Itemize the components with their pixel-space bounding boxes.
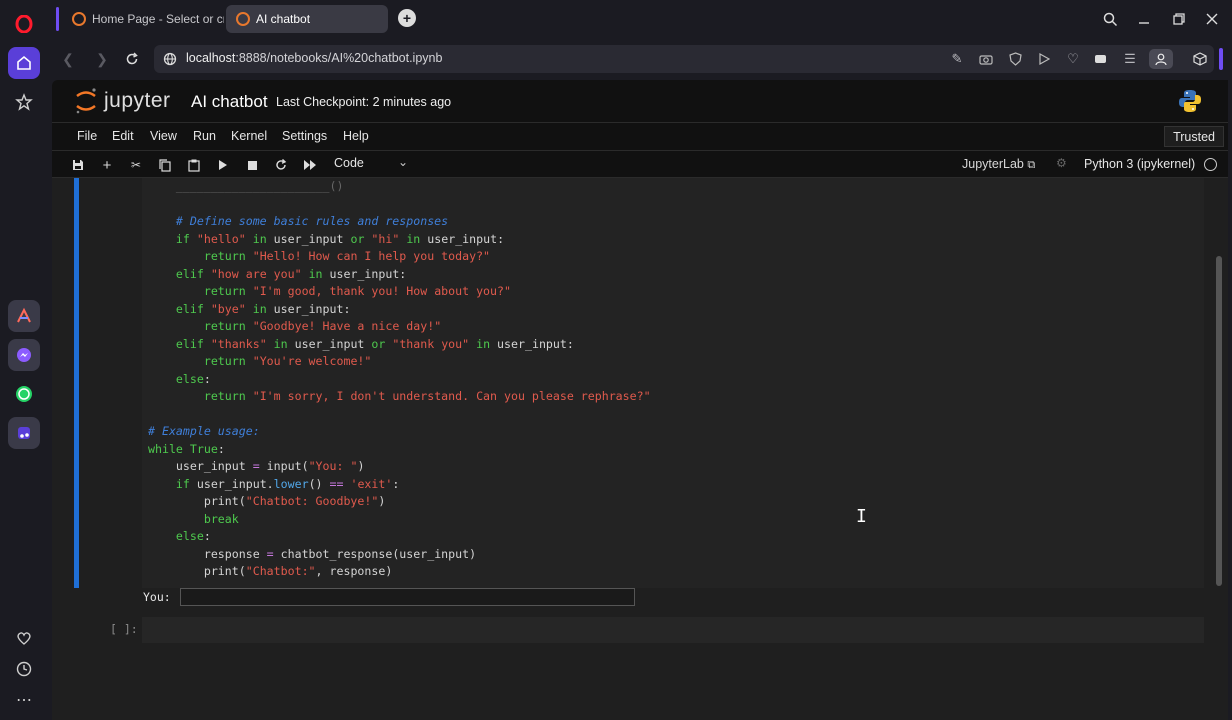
battery-saver-icon[interactable]: [1091, 49, 1111, 69]
star-icon[interactable]: [8, 86, 40, 118]
jupyter-header: jupyter AI chatbot Last Checkpoint: 2 mi…: [52, 80, 1228, 122]
search-tabs-icon[interactable]: [1099, 8, 1121, 30]
navigation-bar: ❮ ❯ localhost:8888/notebooks/AI%20chatbo…: [48, 38, 1232, 80]
jupyter-logo-icon[interactable]: [74, 86, 98, 116]
scrollbar-thumb[interactable]: [1216, 256, 1222, 586]
reload-icon[interactable]: [122, 49, 142, 69]
home-icon[interactable]: [8, 47, 40, 79]
site-info-globe-icon[interactable]: [160, 49, 180, 69]
menu-settings[interactable]: Settings: [282, 129, 327, 143]
menu-kernel[interactable]: Kernel: [231, 129, 267, 143]
forward-icon[interactable]: ❯: [92, 49, 112, 69]
messenger-icon[interactable]: [8, 339, 40, 371]
save-icon[interactable]: [69, 156, 87, 174]
cell-type-select[interactable]: Code: [334, 156, 364, 170]
player-play-icon[interactable]: [1034, 49, 1054, 69]
minimize-icon[interactable]: [1133, 8, 1155, 30]
restart-kernel-icon[interactable]: [272, 156, 290, 174]
menu-view[interactable]: View: [150, 129, 177, 143]
snapshot-camera-icon[interactable]: [976, 49, 996, 69]
close-window-icon[interactable]: [1201, 8, 1223, 30]
checkpoint-status: Last Checkpoint: 2 minutes ago: [276, 95, 452, 109]
opera-tab-icon: [72, 12, 86, 26]
external-link-icon: ⧉: [1027, 159, 1036, 171]
copy-icon[interactable]: [156, 156, 174, 174]
text-cursor-ibeam-icon: I: [856, 506, 867, 527]
my-flow-heart-icon[interactable]: ♡: [1063, 49, 1083, 69]
menu-help[interactable]: Help: [343, 129, 369, 143]
page-viewport: jupyter AI chatbot Last Checkpoint: 2 mi…: [52, 80, 1228, 720]
code-cell-editor[interactable]: ______________________() # Define some b…: [142, 178, 1204, 588]
history-icon[interactable]: [8, 653, 40, 685]
tab-island-accent: [56, 7, 59, 31]
restart-run-all-fast-forward-icon[interactable]: [301, 156, 319, 174]
browser-sidebar: ⋯: [0, 0, 48, 720]
menu-run[interactable]: Run: [193, 129, 216, 143]
tab-label: Home Page - Select or cre: [92, 12, 224, 26]
notebook-title[interactable]: AI chatbot: [191, 92, 268, 112]
kernel-name[interactable]: Python 3 (ipykernel): [1084, 157, 1195, 171]
interrupt-stop-icon[interactable]: [243, 156, 261, 174]
new-tab-plus-icon[interactable]: +: [398, 9, 416, 27]
profile-icon[interactable]: [1149, 49, 1173, 69]
chevron-down-icon[interactable]: ⌄: [398, 155, 408, 169]
extensions-cube-icon[interactable]: [1190, 49, 1210, 69]
whatsapp-icon[interactable]: [8, 378, 40, 410]
tab-label: AI chatbot: [256, 12, 311, 26]
run-cell-play-icon[interactable]: [214, 156, 232, 174]
empty-code-cell[interactable]: [142, 617, 1204, 643]
opera-logo-icon[interactable]: [8, 8, 40, 40]
kernel-status-idle-icon: [1204, 158, 1217, 171]
jupyter-wordmark: jupyter: [104, 89, 171, 112]
insert-cell-plus-icon[interactable]: +: [98, 156, 116, 174]
heart-icon[interactable]: [8, 622, 40, 654]
music-icon[interactable]: [8, 417, 40, 449]
python-logo-icon: [1179, 90, 1201, 112]
tab-home-page[interactable]: Home Page - Select or cre: [62, 5, 224, 33]
address-path: :8888/notebooks/AI%20chatbot.ipynb: [235, 51, 443, 65]
code-text[interactable]: ______________________() # Define some b…: [148, 178, 651, 581]
easy-setup-edit-icon[interactable]: ✎: [947, 49, 967, 69]
jupyter-tab-icon: [236, 12, 250, 26]
tab-ai-chatbot[interactable]: AI chatbot: [226, 5, 388, 33]
paste-clipboard-icon[interactable]: [185, 156, 203, 174]
back-icon[interactable]: ❮: [58, 49, 78, 69]
adblock-shield-icon[interactable]: [1005, 49, 1025, 69]
jupyterlab-link[interactable]: JupyterLab ⧉: [962, 157, 1035, 172]
sidebar-accent-bar: [1219, 48, 1223, 70]
active-cell-indicator: [74, 178, 79, 588]
jupyterlab-link-label: JupyterLab: [962, 157, 1024, 171]
notebook-scrollbar[interactable]: [1216, 178, 1222, 620]
settings-gear-icon[interactable]: ⚙: [1056, 156, 1067, 170]
jupyter-menubar: File Edit View Run Kernel Settings Help …: [52, 122, 1228, 150]
tab-strip: Home Page - Select or cre AI chatbot +: [48, 0, 1232, 38]
stdin-prompt-label: You:: [143, 590, 171, 604]
notebook-toolbar: + ✂ Code ⌄ JupyterLab ⧉ ⚙ Python 3 (ipyk…: [52, 150, 1228, 178]
address-host: localhost: [186, 51, 236, 65]
trusted-indicator[interactable]: Trusted: [1164, 126, 1224, 147]
restore-icon[interactable]: [1168, 8, 1190, 30]
notebook-panel: ______________________() # Define some b…: [64, 178, 1212, 662]
address-url: localhost:8888/notebooks/AI%20chatbot.ip…: [186, 51, 442, 65]
aria-icon[interactable]: [8, 300, 40, 332]
menu-file[interactable]: File: [77, 129, 97, 143]
stdin-input-field[interactable]: [180, 588, 635, 606]
cut-scissors-icon[interactable]: ✂: [127, 156, 145, 174]
next-cell-prompt: [ ]:: [110, 622, 138, 636]
more-icon[interactable]: ⋯: [8, 684, 40, 716]
menu-edit[interactable]: Edit: [112, 129, 134, 143]
easy-setup-icon[interactable]: ☰: [1120, 49, 1140, 69]
